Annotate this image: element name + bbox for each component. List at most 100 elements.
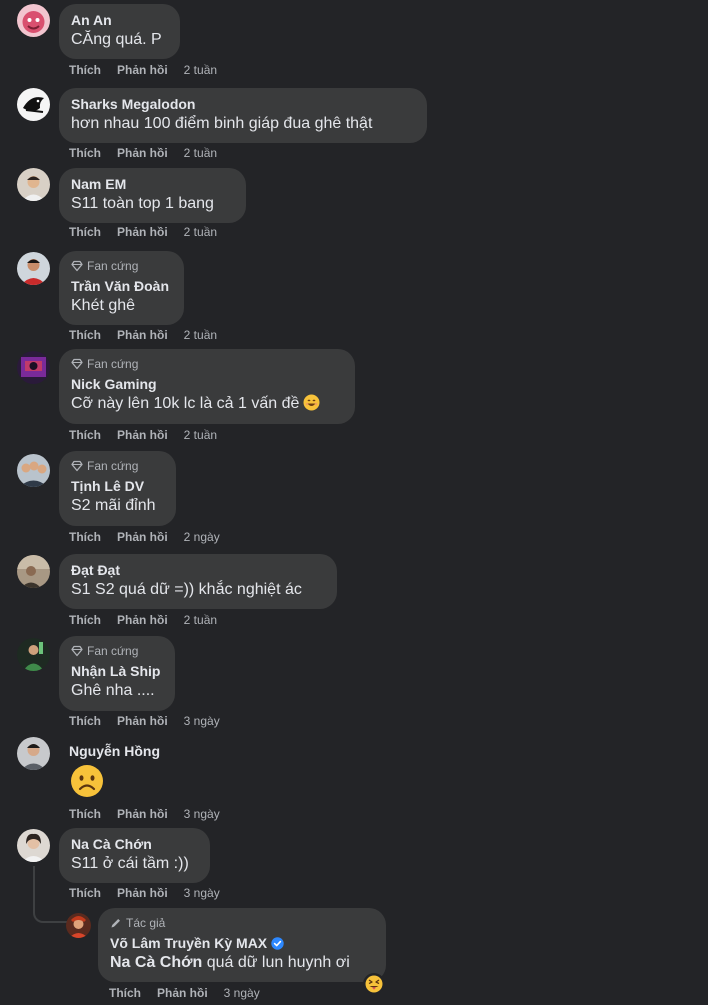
- comment-text: S11 ở cái tầm :)): [71, 855, 189, 872]
- mention-tag[interactable]: Na Cà Chớn: [110, 954, 202, 971]
- comment-bubble: Fan cứng Tịnh Lê DV S2 mãi đỉnh: [59, 451, 176, 526]
- badge-label: Fan cứng: [87, 259, 139, 273]
- comment-time[interactable]: 2 tuần: [184, 146, 217, 160]
- like-button[interactable]: Thích: [69, 225, 101, 239]
- comment-emoji: [70, 764, 104, 803]
- diamond-icon: [71, 358, 83, 370]
- fan-badge: Fan cứng: [71, 458, 164, 474]
- commenter-name[interactable]: Nick Gaming: [71, 375, 343, 393]
- commenter-name[interactable]: Sharks Megalodon: [71, 95, 415, 113]
- comment-actions: Thích Phản hồi 2 tuần: [69, 225, 217, 239]
- author-name-text[interactable]: Võ Lâm Truyền Kỳ MAX: [110, 934, 267, 952]
- comment-bubble: Fan cứng Trần Văn Đoàn Khét ghê: [59, 251, 184, 325]
- badge-label: Fan cứng: [87, 459, 139, 473]
- reply-text-content: quá dữ lun huynh ơi: [202, 954, 350, 971]
- comment-bubble: An An CĂng quá. P: [59, 4, 180, 59]
- comment-text: CĂng quá. P: [71, 31, 162, 48]
- avatar[interactable]: [17, 454, 50, 487]
- reaction[interactable]: [363, 973, 385, 995]
- comment-actions: Thích Phản hồi 2 tuần: [69, 328, 217, 342]
- like-button[interactable]: Thích: [69, 328, 101, 342]
- diamond-icon: [71, 645, 83, 657]
- like-button[interactable]: Thích: [69, 613, 101, 627]
- avatar[interactable]: [17, 829, 50, 862]
- grinning-emoji-icon: [303, 394, 320, 411]
- comment-time[interactable]: 2 tuần: [184, 328, 217, 342]
- comment-bubble: Fan cứng Nhận Là Ship Ghê nha ....: [59, 636, 175, 711]
- reply-button[interactable]: Phản hồi: [117, 886, 168, 900]
- reply-thread-line: [33, 866, 67, 923]
- comment-text: hơn nhau 100 điểm binh giáp đua ghê thật: [71, 115, 373, 132]
- comment-actions: Thích Phản hồi 2 tuần: [69, 146, 217, 160]
- pencil-icon: [111, 919, 120, 928]
- avatar[interactable]: [17, 88, 50, 121]
- reply-button[interactable]: Phản hồi: [117, 328, 168, 342]
- commenter-name[interactable]: Đạt Đạt: [71, 561, 325, 579]
- comment-text: S1 S2 quá dữ =)) khắc nghiệt ác: [71, 581, 302, 598]
- avatar[interactable]: [17, 4, 50, 37]
- comment-time[interactable]: 2 ngày: [184, 530, 220, 544]
- reply-button[interactable]: Phản hồi: [117, 225, 168, 239]
- reply-button[interactable]: Phản hồi: [117, 613, 168, 627]
- comment-actions: Thích Phản hồi 2 ngày: [69, 530, 220, 544]
- like-button[interactable]: Thích: [69, 714, 101, 728]
- comment-text-content: Cỡ này lên 10k lc là cả 1 vấn đề: [71, 395, 300, 412]
- comment-text: S11 toàn top 1 bang: [71, 195, 214, 212]
- comment-time[interactable]: 3 ngày: [224, 986, 260, 1000]
- reply-bubble: Tác giả Võ Lâm Truyền Kỳ MAX Na Cà Chớn …: [98, 908, 386, 982]
- fan-badge: Fan cứng: [71, 258, 172, 274]
- comment-actions: Thích Phản hồi 2 tuần: [69, 63, 217, 77]
- reply-button[interactable]: Phản hồi: [117, 530, 168, 544]
- comment-time[interactable]: 2 tuần: [184, 613, 217, 627]
- comment-bubble: Sharks Megalodon hơn nhau 100 điểm binh …: [59, 88, 427, 143]
- comment-bubble: Na Cà Chớn S11 ở cái tầm :)): [59, 828, 210, 883]
- diamond-icon: [71, 460, 83, 472]
- avatar[interactable]: [17, 638, 50, 671]
- avatar[interactable]: [17, 252, 50, 285]
- avatar[interactable]: [17, 737, 50, 770]
- reply-button[interactable]: Phản hồi: [117, 63, 168, 77]
- reply-actions: Thích Phản hồi 3 ngày: [109, 986, 260, 1000]
- comment-text: Khét ghê: [71, 297, 136, 314]
- comment-actions: Thích Phản hồi 3 ngày: [69, 886, 220, 900]
- comment-time[interactable]: 2 tuần: [184, 63, 217, 77]
- comment-bubble: Đạt Đạt S1 S2 quá dữ =)) khắc nghiệt ác: [59, 554, 337, 609]
- comment-bubble: Fan cứng Nick Gaming Cỡ này lên 10k lc l…: [59, 349, 355, 424]
- like-button[interactable]: Thích: [109, 986, 141, 1000]
- like-button[interactable]: Thích: [69, 530, 101, 544]
- comment-actions: Thích Phản hồi 2 tuần: [69, 428, 217, 442]
- commenter-name[interactable]: Trần Văn Đoàn: [71, 277, 172, 295]
- avatar[interactable]: [17, 555, 50, 588]
- comment-actions: Thích Phản hồi 3 ngày: [69, 714, 220, 728]
- squinting-tongue-emoji-icon: [365, 975, 383, 993]
- comment-time[interactable]: 3 ngày: [184, 714, 220, 728]
- comment-time[interactable]: 2 tuần: [184, 428, 217, 442]
- commenter-name[interactable]: An An: [71, 11, 168, 29]
- comment-text: Cỡ này lên 10k lc là cả 1 vấn đề: [71, 393, 343, 415]
- author-badge: Tác giả: [110, 915, 374, 931]
- commenter-name[interactable]: Nam EM: [71, 175, 234, 193]
- reply-button[interactable]: Phản hồi: [157, 986, 208, 1000]
- comment-text: Ghê nha ....: [71, 682, 155, 699]
- commenter-name[interactable]: Na Cà Chớn: [71, 835, 198, 853]
- fan-badge: Fan cứng: [71, 356, 343, 372]
- avatar[interactable]: [17, 168, 50, 201]
- comment-time[interactable]: 2 tuần: [184, 225, 217, 239]
- like-button[interactable]: Thích: [69, 886, 101, 900]
- comment-time[interactable]: 3 ngày: [184, 886, 220, 900]
- like-button[interactable]: Thích: [69, 146, 101, 160]
- like-button[interactable]: Thích: [69, 807, 101, 821]
- commenter-name[interactable]: Nhận Là Ship: [71, 662, 163, 680]
- avatar[interactable]: [17, 351, 50, 384]
- reply-button[interactable]: Phản hồi: [117, 807, 168, 821]
- comment-time[interactable]: 3 ngày: [184, 807, 220, 821]
- comment-actions: Thích Phản hồi 2 tuần: [69, 613, 217, 627]
- like-button[interactable]: Thích: [69, 428, 101, 442]
- avatar[interactable]: [66, 913, 91, 938]
- reply-button[interactable]: Phản hồi: [117, 428, 168, 442]
- commenter-name[interactable]: Tịnh Lê DV: [71, 477, 164, 495]
- reply-button[interactable]: Phản hồi: [117, 146, 168, 160]
- commenter-name[interactable]: Nguyễn Hồng: [69, 742, 160, 760]
- reply-button[interactable]: Phản hồi: [117, 714, 168, 728]
- like-button[interactable]: Thích: [69, 63, 101, 77]
